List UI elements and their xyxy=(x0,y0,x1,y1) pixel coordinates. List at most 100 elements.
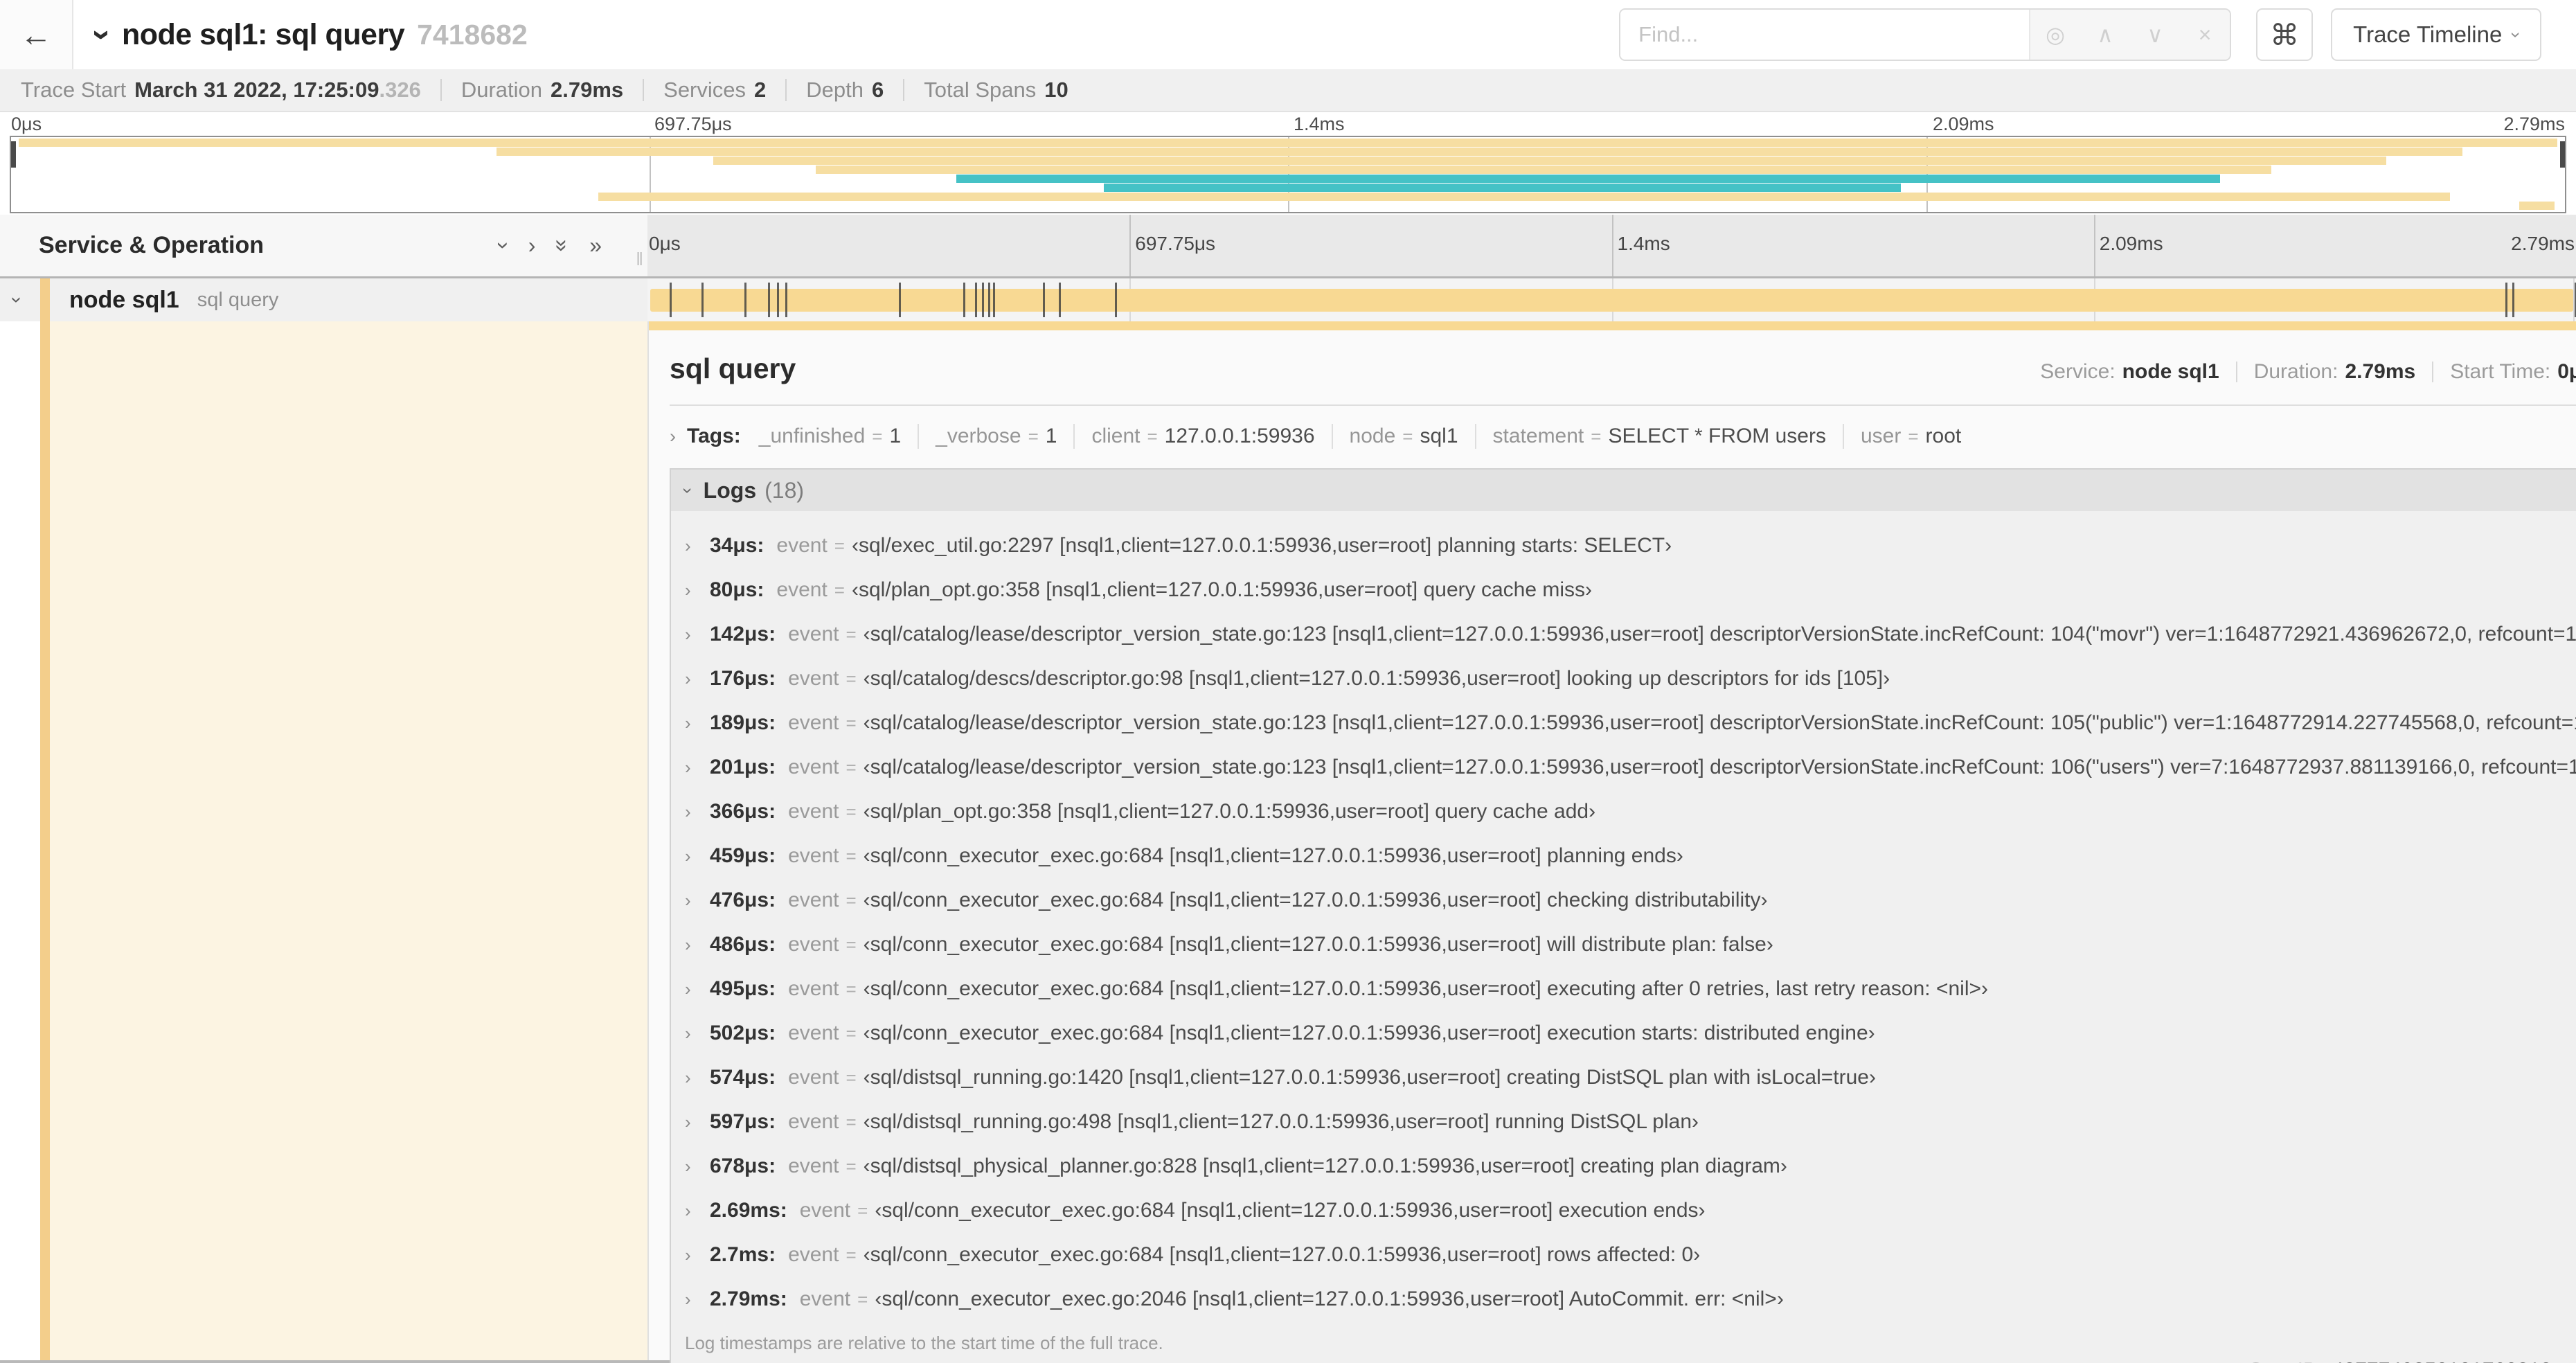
minimap-span-row xyxy=(11,157,2565,165)
tick-label: 697.75μs xyxy=(1135,233,1216,254)
trace-collapse-toggle[interactable]: › xyxy=(84,16,120,54)
chevron-right-icon[interactable]: › xyxy=(685,979,710,1000)
chevron-right-icon[interactable]: › xyxy=(685,668,710,690)
minimap-span-row xyxy=(11,202,2565,210)
span-name-cell[interactable]: › node sql1 sql query xyxy=(0,278,647,321)
meta-label: Service: xyxy=(2040,360,2116,383)
span-detail-accent-bar xyxy=(649,321,2576,330)
chevron-right-icon[interactable]: › xyxy=(685,1245,710,1266)
total-spans-label: Total Spans xyxy=(924,78,1037,102)
find-next-button[interactable]: ∨ xyxy=(2130,10,2180,60)
chevron-right-icon[interactable]: › xyxy=(685,1023,710,1044)
log-marker xyxy=(744,283,746,317)
keyboard-shortcuts-button[interactable]: ⌘ xyxy=(2256,8,2314,61)
tag-value: 1 xyxy=(1045,425,1057,447)
chevron-right-icon[interactable]: › xyxy=(685,1156,710,1177)
tick-label: 2.09ms xyxy=(2099,233,2163,254)
log-row[interactable]: ›176μs: event = sql/catalog/descs/descripto… xyxy=(685,657,2576,701)
minimap-left-drag-handle[interactable] xyxy=(11,141,16,168)
spanid-value: 4877749850101760812 xyxy=(2332,1359,2552,1363)
log-timestamp: 574μs: xyxy=(710,1066,776,1089)
minimap-canvas[interactable] xyxy=(10,136,2566,213)
span-service-name[interactable]: node sql1 xyxy=(69,287,179,314)
span-detail-panel: sql query Service: node sql1 Duration: 2.79… xyxy=(647,321,2576,1363)
log-row[interactable]: ›459μs: event = sql/conn_executor_exec.go:6… xyxy=(685,834,2576,878)
link-icon[interactable] xyxy=(2564,1358,2576,1363)
column-resizer-handle[interactable]: ‖ xyxy=(636,249,643,270)
divider xyxy=(1474,424,1476,449)
tag-item[interactable]: _verbose = 1 xyxy=(936,425,1057,448)
logs-header[interactable]: › Logs (18) xyxy=(671,470,2576,511)
tags-row[interactable]: › Tags: _unfinished = 1 _verbose = 1 client = 12… xyxy=(670,424,2576,449)
tag-item[interactable]: user = root xyxy=(1861,425,1961,448)
find-prev-button[interactable]: ∧ xyxy=(2080,10,2130,60)
expand-all-button[interactable]: » xyxy=(589,233,602,258)
log-row[interactable]: ›502μs: event = sql/conn_executor_exec.go:6… xyxy=(685,1011,2576,1055)
log-row[interactable]: ›486μs: event = sql/conn_executor_exec.go:6… xyxy=(685,923,2576,967)
log-value: sql/conn_executor_exec.go:2046 [nsql1,cl… xyxy=(875,1288,1784,1311)
tick-label: 1.4ms xyxy=(1294,114,1345,134)
log-row[interactable]: ›2.7ms: event = sql/conn_executor_exec.go:6… xyxy=(685,1233,2576,1277)
divider xyxy=(2235,362,2237,382)
trace-start-value: March 31 2022, 17:25:09 xyxy=(134,78,379,102)
log-marker xyxy=(701,283,704,317)
view-selector-button[interactable]: Trace Timeline › xyxy=(2331,8,2541,61)
tag-item[interactable]: _unfinished = 1 xyxy=(759,425,901,448)
chevron-right-icon[interactable]: › xyxy=(685,801,710,823)
log-field-name: event xyxy=(788,1155,839,1177)
equals-sign: = xyxy=(834,579,845,600)
tick-label: 697.75μs xyxy=(654,114,732,134)
back-button[interactable]: ← xyxy=(0,0,73,69)
chevron-right-icon[interactable]: › xyxy=(685,624,710,645)
log-row[interactable]: ›476μs: event = sql/conn_executor_exec.go:6… xyxy=(685,878,2576,923)
log-value: sql/conn_executor_exec.go:684 [nsql1,cli… xyxy=(864,1243,1701,1267)
chevron-right-icon[interactable]: › xyxy=(685,1289,710,1310)
span-row: › node sql1 sql query xyxy=(0,278,2576,321)
log-timestamp: 366μs: xyxy=(710,800,776,823)
span-detail-left-fill xyxy=(50,321,647,1360)
collapse-one-button[interactable]: › xyxy=(492,233,517,258)
tag-item[interactable]: client = 127.0.0.1:59936 xyxy=(1091,425,1314,448)
find-input[interactable] xyxy=(1620,10,2030,60)
log-row[interactable]: ›80μs: event = sql/plan_opt.go:358 [nsql1,c… xyxy=(685,568,2576,612)
find-locate-button[interactable]: ◎ xyxy=(2030,10,2080,60)
span-collapse-toggle[interactable]: › xyxy=(7,289,28,311)
chevron-right-icon[interactable]: › xyxy=(685,1200,710,1222)
log-row[interactable]: ›2.79ms: event = sql/conn_executor_exec.go:… xyxy=(685,1277,2576,1321)
chevron-right-icon[interactable]: › xyxy=(685,1112,710,1133)
log-row[interactable]: ›34μs: event = sql/exec_util.go:2297 [nsql1… xyxy=(685,524,2576,568)
log-timestamp: 2.69ms: xyxy=(710,1199,787,1222)
log-row[interactable]: ›366μs: event = sql/plan_opt.go:358 [nsql1,… xyxy=(685,790,2576,834)
log-row[interactable]: ›678μs: event = sql/distsql_physical_planne… xyxy=(685,1144,2576,1188)
minimap-span-bar xyxy=(1104,184,1902,192)
minimap-right-drag-handle[interactable] xyxy=(2560,141,2565,168)
log-row[interactable]: ›597μs: event = sql/distsql_running.go:498 … xyxy=(685,1100,2576,1144)
crosshair-icon: ◎ xyxy=(2046,22,2066,47)
chevron-right-icon[interactable]: › xyxy=(685,890,710,911)
log-row[interactable]: ›142μs: event = sql/catalog/lease/descripto… xyxy=(685,612,2576,657)
divider xyxy=(1331,424,1333,449)
chevron-right-icon[interactable]: › xyxy=(685,580,710,601)
log-timestamp: 502μs: xyxy=(710,1022,776,1044)
chevron-right-icon[interactable]: › xyxy=(685,934,710,956)
chevron-right-icon[interactable]: › xyxy=(685,846,710,867)
minimap-span-bar xyxy=(956,175,2221,183)
log-field-name: event xyxy=(776,578,828,601)
find-box: ◎ ∧ ∨ × xyxy=(1619,8,2232,61)
span-duration-bar[interactable] xyxy=(650,289,2573,312)
log-row[interactable]: ›189μs: event = sql/catalog/lease/descripto… xyxy=(685,701,2576,745)
tag-item[interactable]: node = sql1 xyxy=(1350,425,1458,448)
chevron-right-icon[interactable]: › xyxy=(685,713,710,734)
chevron-right-icon[interactable]: › xyxy=(685,1067,710,1089)
log-row[interactable]: ›201μs: event = sql/catalog/lease/descripto… xyxy=(685,745,2576,790)
log-row[interactable]: ›574μs: event = sql/distsql_running.go:1420… xyxy=(685,1055,2576,1100)
expand-one-button[interactable]: › xyxy=(528,233,536,258)
collapse-all-button[interactable]: » xyxy=(551,233,575,258)
log-row[interactable]: ›2.69ms: event = sql/conn_executor_exec.go:… xyxy=(685,1188,2576,1233)
tag-key: statement xyxy=(1492,425,1584,447)
find-clear-button[interactable]: × xyxy=(2180,10,2230,60)
log-row[interactable]: ›495μs: event = sql/conn_executor_exec.go:6… xyxy=(685,967,2576,1011)
chevron-right-icon[interactable]: › xyxy=(685,535,710,557)
tag-item[interactable]: statement = SELECT * FROM users xyxy=(1493,425,1826,448)
chevron-right-icon[interactable]: › xyxy=(685,757,710,778)
